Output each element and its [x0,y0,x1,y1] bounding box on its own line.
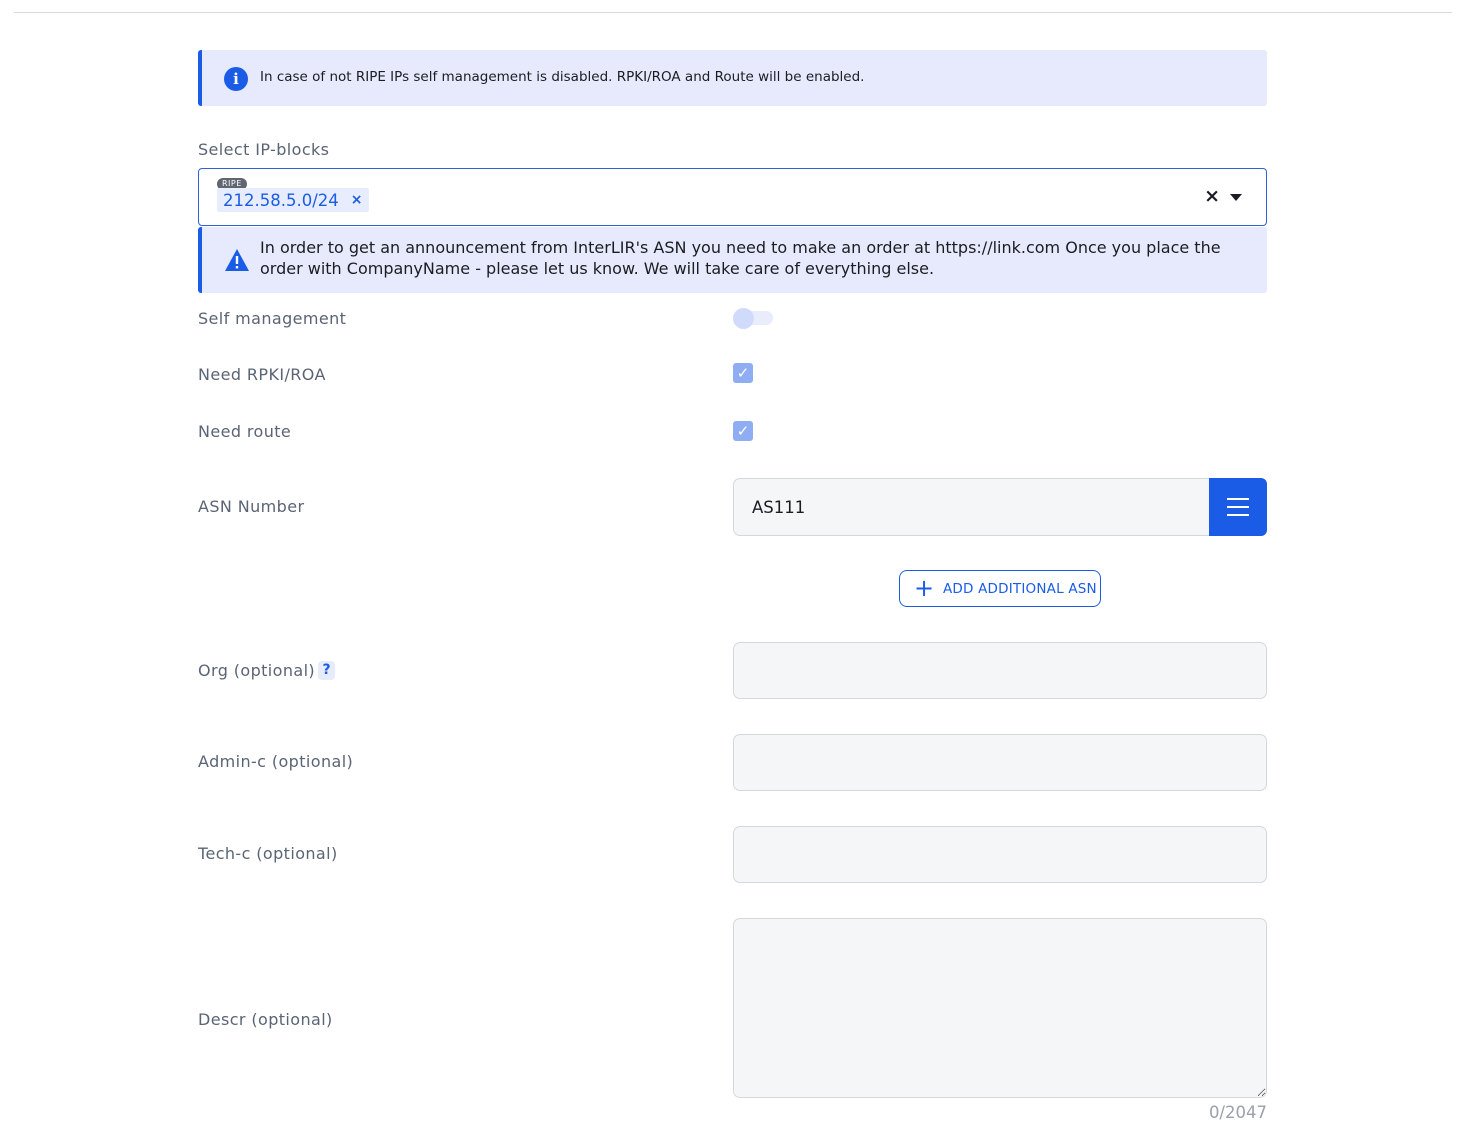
self-management-toggle[interactable] [733,308,773,329]
org-label: Org (optional) [198,661,316,680]
descr-textarea[interactable] [733,918,1267,1098]
warning-alert-text: In order to get an announcement from Int… [260,238,1221,278]
menu-icon [1227,498,1249,500]
add-asn-label: ADD ADDITIONAL ASN [943,581,1097,597]
plus-icon: + [914,574,935,602]
tech-c-input[interactable] [733,826,1267,883]
asn-label: ASN Number [198,497,305,516]
asn-menu-button[interactable] [1209,478,1267,536]
info-alert-text: In case of not RIPE IPs self management … [260,69,865,85]
add-additional-asn-button[interactable]: + ADD ADDITIONAL ASN [899,570,1101,607]
need-rpki-label: Need RPKI/ROA [198,365,326,384]
warning-icon [225,249,249,271]
self-management-label: Self management [198,309,347,328]
warning-alert: In order to get an announcement from Int… [198,227,1267,293]
info-icon: i [224,67,248,91]
ip-block-value: 212.58.5.0/24 [223,190,339,210]
need-rpki-checkbox[interactable]: ✓ [733,363,753,383]
chevron-down-icon[interactable] [1230,194,1242,201]
remove-chip-icon[interactable]: × [351,192,363,208]
descr-label: Descr (optional) [198,1010,333,1029]
ip-blocks-select[interactable]: RIPE 212.58.5.0/24 × × [198,168,1267,226]
info-alert: i In case of not RIPE IPs self managemen… [198,50,1267,106]
need-route-checkbox[interactable]: ✓ [733,421,753,441]
org-input[interactable] [733,642,1267,699]
clear-selection-icon[interactable]: × [1204,185,1220,207]
need-route-label: Need route [198,422,292,441]
top-divider [14,12,1452,13]
help-icon[interactable]: ? [318,661,335,680]
descr-char-counter: 0/2047 [1208,1103,1267,1122]
asn-input[interactable] [733,478,1210,536]
admin-c-label: Admin-c (optional) [198,752,354,771]
tech-c-label: Tech-c (optional) [198,844,338,863]
admin-c-input[interactable] [733,734,1267,791]
ip-blocks-label: Select IP-blocks [198,140,330,159]
